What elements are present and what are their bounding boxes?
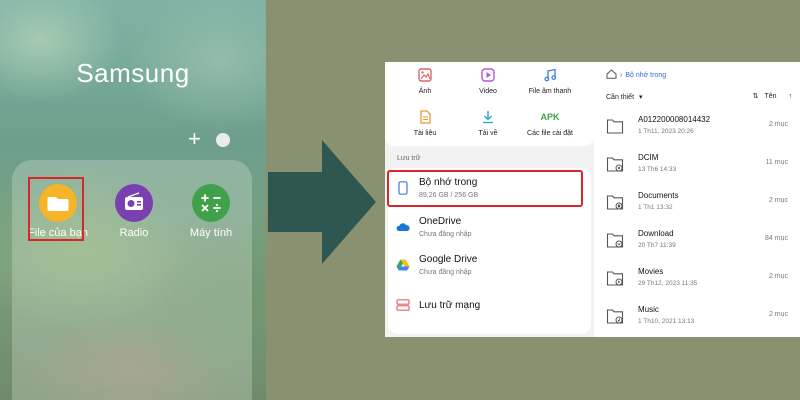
highlight-box [387, 170, 583, 207]
sort-control[interactable]: ⇅ Tên ↑ [752, 92, 793, 101]
folder-row[interactable]: Download 20 Th7 11:39 84 mục [594, 222, 800, 260]
caret-down-icon: ▾ [638, 94, 643, 101]
filter-dropdown[interactable]: Cần thiết ▾ [606, 93, 643, 101]
internal-storage-screen: › Bộ nhớ trong Cần thiết ▾ ⇅ Tên ↑ A0122… [594, 62, 800, 337]
storage-item-network[interactable]: Lưu trữ mạng [388, 288, 591, 326]
folder-date: 20 Th7 11:39 [638, 242, 676, 249]
sort-icon: ⇅ [752, 93, 759, 100]
highlight-box [28, 177, 84, 241]
app-radio[interactable]: Radio [96, 184, 172, 239]
folder-count: 2 mục [768, 273, 788, 280]
folder-row[interactable]: A012200008014432 1 Th11, 2023 20:26 2 mụ… [594, 108, 800, 146]
category-documents[interactable]: Tài liệu [390, 108, 460, 137]
folder-count: 84 mục [765, 235, 788, 242]
storage-section-label: Lưu trữ [397, 155, 421, 162]
app-label: Radio [119, 227, 149, 239]
arrow-right-icon [268, 140, 376, 264]
category-label: Video [479, 88, 497, 95]
apk-icon: APK [515, 108, 585, 126]
folder-count: 2 mục [768, 311, 788, 318]
apk-icon-text: APK [540, 112, 560, 122]
storage-subtitle: Chưa đăng nhập [419, 269, 472, 276]
folder-title: Samsung [76, 58, 190, 88]
storage-title: Google Drive [419, 254, 478, 265]
download-icon [453, 108, 523, 126]
category-images[interactable]: Ảnh [390, 66, 460, 95]
folder-count: 2 mục [768, 197, 788, 204]
folder-name: Documents [638, 191, 679, 200]
folder-name: DCIM [638, 153, 659, 162]
category-label: File âm thanh [528, 88, 572, 95]
calculator-icon [192, 184, 230, 222]
breadcrumb: › Bộ nhớ trong [606, 69, 666, 81]
folder-row[interactable]: Movies 29 Th12, 2023 11:35 2 mục [594, 260, 800, 298]
folder-row[interactable]: Music 1 Th10, 2021 13:13 2 mục [594, 298, 800, 336]
add-page-icon[interactable]: + [188, 128, 201, 150]
category-grid: Ảnh Video File âm thanh Tài liệu Tải về [385, 62, 594, 146]
folder-name: Movies [638, 267, 664, 276]
breadcrumb-separator: › [620, 71, 623, 79]
document-folder-icon [606, 195, 624, 210]
category-installers[interactable]: APK Các file cài đặt [515, 108, 585, 137]
filter-label: Cần thiết [606, 94, 635, 101]
category-label: Các file cài đặt [527, 130, 573, 137]
folder-name: A012200008014432 [638, 115, 711, 124]
folder-name: Music [638, 305, 659, 314]
launcher-screen: Samsung + File của bạn Radio Máy tính [0, 0, 266, 400]
category-audio[interactable]: File âm thanh [515, 66, 585, 95]
app-label: Máy tính [189, 227, 233, 239]
folder-date: 1 Th1 13:32 [638, 204, 673, 211]
storage-item-onedrive[interactable]: OneDrive Chưa đăng nhập [388, 210, 591, 248]
category-video[interactable]: Video [453, 66, 523, 95]
folder-row[interactable]: DCIM 13 Th6 14:33 11 mục [594, 146, 800, 184]
storage-title: OneDrive [419, 216, 462, 227]
onedrive-icon [396, 220, 410, 234]
folder-date: 1 Th10, 2021 13:13 [638, 318, 695, 325]
home-icon[interactable] [606, 69, 617, 81]
category-label: Tài liệu [413, 130, 437, 137]
folder-count: 2 mục [768, 121, 788, 128]
movies-folder-icon [606, 271, 624, 286]
arrow-up-icon[interactable]: ↑ [789, 93, 793, 100]
breadcrumb-current[interactable]: Bộ nhớ trong [625, 72, 666, 79]
network-storage-icon [396, 298, 410, 312]
category-label: Tải về [478, 130, 498, 137]
storage-subtitle: Chưa đăng nhập [419, 231, 472, 238]
folder-icon [606, 119, 624, 134]
folder-name: Download [638, 229, 674, 238]
app-calculator[interactable]: Máy tính [173, 184, 249, 239]
music-icon [515, 66, 585, 84]
google-drive-icon [396, 258, 410, 272]
camera-folder-icon [606, 157, 624, 172]
document-icon [390, 108, 460, 126]
category-label: Ảnh [418, 88, 432, 95]
folder-count: 11 mục [765, 159, 788, 166]
category-downloads[interactable]: Tải về [453, 108, 523, 137]
folder-date: 1 Th11, 2023 20:26 [638, 128, 694, 135]
download-folder-icon [606, 233, 624, 248]
page-indicator-dot[interactable] [216, 133, 230, 147]
folder-date: 13 Th6 14:33 [638, 166, 677, 173]
storage-item-google-drive[interactable]: Google Drive Chưa đăng nhập [388, 248, 591, 286]
music-folder-icon [606, 309, 624, 324]
folder-row[interactable]: Documents 1 Th1 13:32 2 mục [594, 184, 800, 222]
folder-date: 29 Th12, 2023 11:35 [638, 280, 698, 287]
storage-title: Lưu trữ mạng [419, 300, 481, 311]
video-icon [453, 66, 523, 84]
sort-label: Tên [764, 92, 777, 100]
image-icon [390, 66, 460, 84]
radio-icon [115, 184, 153, 222]
